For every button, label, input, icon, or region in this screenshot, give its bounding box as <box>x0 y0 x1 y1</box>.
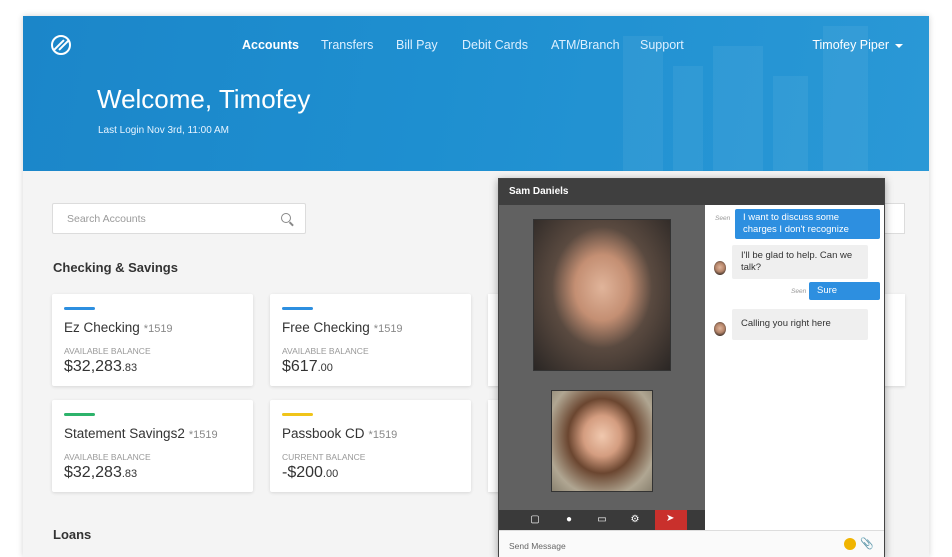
message-input-placeholder: Send Message <box>509 541 566 551</box>
hero-banner: Accounts Transfers Bill Pay Debit Cards … <box>23 16 929 171</box>
account-card[interactable]: Ez Checking *1519 AVAILABLE BALANCE $32,2… <box>52 294 253 386</box>
nav-debit-cards[interactable]: Debit Cards <box>462 38 528 52</box>
balance-label: AVAILABLE BALANCE <box>282 346 369 356</box>
account-name: Statement Savings2 *1519 <box>64 426 218 441</box>
video-panel <box>499 205 705 530</box>
balance-label: AVAILABLE BALANCE <box>64 346 151 356</box>
messages-panel: Seen I want to discuss some charges I do… <box>705 205 884 530</box>
camera-icon[interactable]: ▢ <box>528 513 542 527</box>
account-number: *1519 <box>143 323 173 335</box>
nav-support[interactable]: Support <box>640 38 684 52</box>
account-number: *1519 <box>368 429 398 441</box>
nav-atm-branch[interactable]: ATM/Branch <box>551 38 620 52</box>
attachment-icon[interactable]: 📎 <box>860 537 874 550</box>
screen-share-off-icon[interactable]: ▭ <box>595 513 609 527</box>
balance-amount: $32,283.83 <box>64 358 138 375</box>
call-controls: ▢ ● ▭ ⚙ ➤ <box>499 510 705 530</box>
account-card[interactable]: Free Checking *1519 AVAILABLE BALANCE $61… <box>270 294 471 386</box>
user-name: Timofey Piper <box>812 38 889 52</box>
account-name: Ez Checking *1519 <box>64 320 173 335</box>
end-call-icon: ➤ <box>666 513 675 524</box>
emoji-icon[interactable] <box>844 538 856 550</box>
account-color-bar <box>64 413 95 416</box>
last-login-text: Last Login Nov 3rd, 11:00 AM <box>98 125 230 136</box>
agent-avatar <box>714 322 726 336</box>
account-color-bar <box>282 413 313 416</box>
microphone-icon[interactable]: ● <box>562 513 576 527</box>
account-number: *1519 <box>373 323 403 335</box>
agent-avatar <box>714 261 726 275</box>
account-name: Free Checking *1519 <box>282 320 403 335</box>
balance-amount: -$200.00 <box>282 464 339 481</box>
balance-amount: $617.00 <box>282 358 333 375</box>
end-call-button[interactable]: ➤ <box>655 510 687 530</box>
search-placeholder: Search Accounts <box>67 213 146 225</box>
nav-accounts[interactable]: Accounts <box>242 38 299 52</box>
account-card-partial[interactable] <box>883 294 905 386</box>
account-color-bar <box>64 307 95 310</box>
account-card[interactable]: Statement Savings2 *1519 AVAILABLE BALANC… <box>52 400 253 492</box>
chat-header: Sam Daniels <box>499 179 884 205</box>
seen-indicator: Seen <box>715 215 731 222</box>
account-number: *1519 <box>188 429 218 441</box>
caret-down-icon <box>895 43 903 48</box>
nav-bill-pay[interactable]: Bill Pay <box>396 38 438 52</box>
welcome-heading: Welcome, Timofey <box>97 84 311 114</box>
message-input[interactable]: Send Message 📎 <box>499 530 884 557</box>
user-menu[interactable]: Timofey Piper <box>812 38 903 52</box>
chat-contact-name: Sam Daniels <box>509 186 569 197</box>
balance-amount: $32,283.83 <box>64 464 138 481</box>
account-color-bar <box>282 307 313 310</box>
balance-label: CURRENT BALANCE <box>282 452 366 462</box>
search-accounts-input[interactable]: Search Accounts <box>52 203 306 234</box>
settings-gear-icon[interactable]: ⚙ <box>628 513 642 527</box>
outgoing-message: Sure <box>809 282 880 300</box>
incoming-message: I'll be glad to help. Can we talk? <box>732 245 868 279</box>
checking-savings-heading: Checking & Savings <box>53 260 178 275</box>
main-nav: Accounts Transfers Bill Pay Debit Cards … <box>23 38 929 52</box>
chat-window: Sam Daniels ▢ ● ▭ ⚙ ➤ Seen I want to dis… <box>498 178 885 557</box>
self-video <box>551 390 653 492</box>
account-name: Passbook CD *1519 <box>282 426 398 441</box>
seen-indicator: Seen <box>791 288 807 295</box>
outgoing-message: I want to discuss some charges I don't r… <box>735 209 880 239</box>
search-icon[interactable] <box>281 213 291 223</box>
app-window: Accounts Transfers Bill Pay Debit Cards … <box>23 16 929 557</box>
loans-heading: Loans <box>53 527 92 542</box>
incoming-message: Calling you right here <box>732 309 868 340</box>
account-card[interactable]: Passbook CD *1519 CURRENT BALANCE -$200.0… <box>270 400 471 492</box>
nav-transfers[interactable]: Transfers <box>321 38 373 52</box>
remote-video <box>533 219 671 371</box>
balance-label: AVAILABLE BALANCE <box>64 452 151 462</box>
filter-input-partial[interactable] <box>883 203 905 234</box>
